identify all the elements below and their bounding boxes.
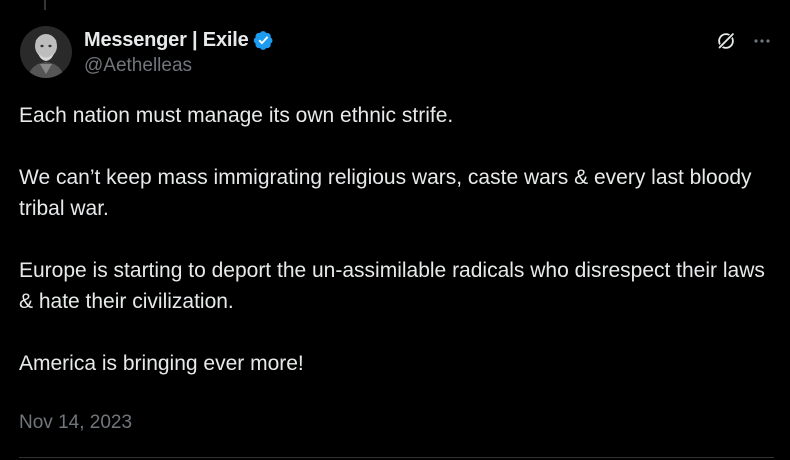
divider [19,457,774,458]
author-display-name[interactable]: Messenger | Exile [84,29,249,52]
tweet-paragraph: America is bringing ever more! [19,352,304,375]
grok-button[interactable] [712,27,740,55]
tweet-text: Each nation must manage its own ethnic s… [19,100,769,379]
grok-slash-icon [717,32,735,50]
more-options-button[interactable] [748,27,776,55]
tweet-timestamp[interactable]: Nov 14, 2023 [19,412,132,434]
thread-connector-line [44,0,46,10]
tweet-paragraph: We can’t keep mass immigrating religious… [19,166,752,220]
author-handle[interactable]: @Aethelleas [84,55,274,77]
author-header: Messenger | Exile @Aethelleas [84,28,274,77]
tweet-paragraph: Europe is starting to deport the un-assi… [19,259,765,313]
name-row: Messenger | Exile [84,28,274,52]
tweet-paragraph: Each nation must manage its own ethnic s… [19,104,454,127]
avatar[interactable] [20,26,72,78]
more-dots-icon [754,39,770,43]
verified-badge-icon[interactable] [253,30,274,51]
